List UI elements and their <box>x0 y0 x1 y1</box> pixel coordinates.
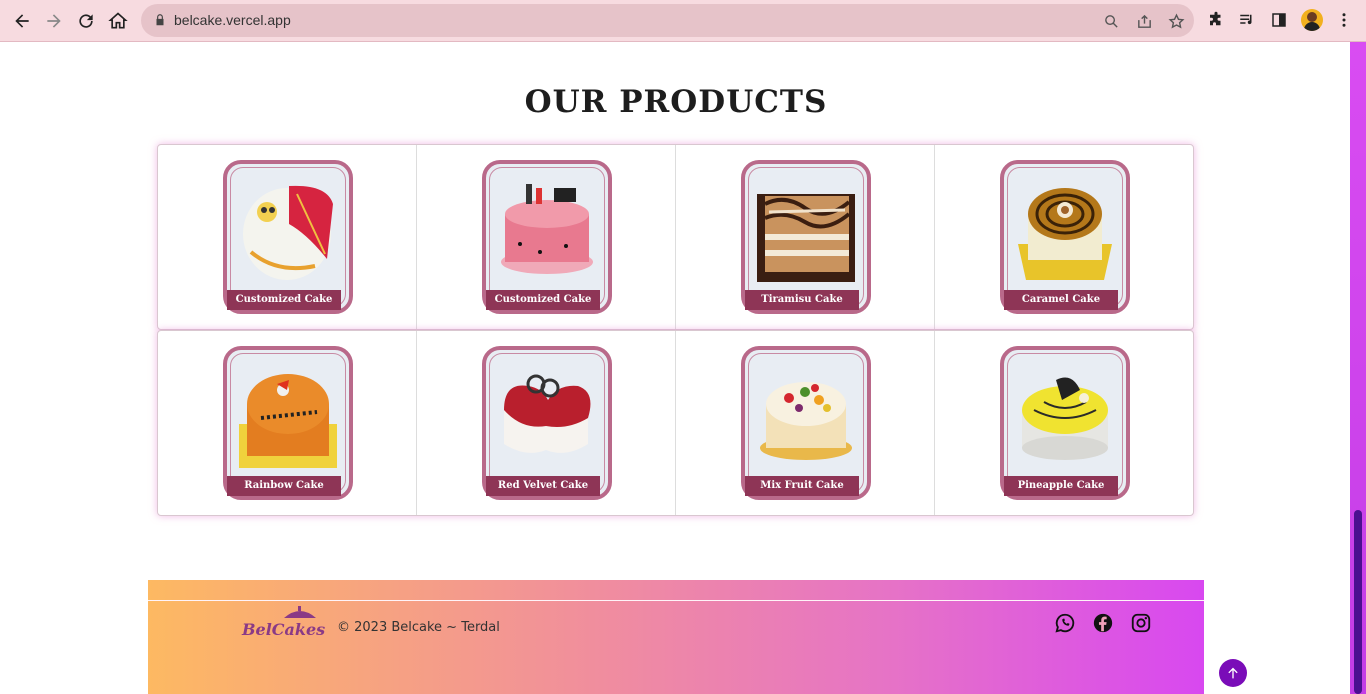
product-label: Rainbow Cake <box>227 476 341 496</box>
product-card[interactable]: Rainbow Cake <box>223 346 353 500</box>
product-card[interactable]: Customized Cake <box>223 160 353 314</box>
caramel-cake-image <box>1018 188 1112 280</box>
side-panel-icon[interactable] <box>1268 9 1290 31</box>
browser-toolbar: belcake.vercel.app <box>0 0 1366 42</box>
pineapple-cake-image <box>1022 377 1108 460</box>
copyright-text: © 2023 Belcake ~ Terdal <box>337 620 500 635</box>
logo-text: BelCakes <box>242 620 326 639</box>
product-label: Caramel Cake <box>1004 290 1118 310</box>
product-card[interactable]: Pineapple Cake <box>1000 346 1130 500</box>
instagram-icon[interactable] <box>1130 612 1152 634</box>
scroll-to-top-button[interactable] <box>1219 659 1247 687</box>
media-icon[interactable] <box>1236 9 1258 31</box>
product-cell: Mix Fruit Cake <box>676 331 935 515</box>
bookmark-star-icon[interactable] <box>1166 11 1186 31</box>
product-cell: Customized Cake <box>158 145 417 329</box>
product-cell: Red Velvet Cake <box>417 331 676 515</box>
rainbow-cake-image <box>239 374 337 468</box>
product-label: Mix Fruit Cake <box>745 476 859 496</box>
customized-cake-image <box>501 184 593 274</box>
product-cell: Pineapple Cake <box>935 331 1193 515</box>
red-velvet-cake-image <box>504 374 591 453</box>
product-card[interactable]: Tiramisu Cake <box>741 160 871 314</box>
product-label: Customized Cake <box>486 290 600 310</box>
products-row: Customized Cake Customized Cake Tiramisu… <box>157 144 1194 330</box>
reload-icon[interactable] <box>73 8 99 34</box>
home-icon[interactable] <box>105 8 131 34</box>
page-title: OUR PRODUCTS <box>524 84 828 120</box>
forward-icon[interactable] <box>41 8 67 34</box>
cake-logo-icon <box>284 606 316 618</box>
product-label: Customized Cake <box>227 290 341 310</box>
more-icon[interactable] <box>1333 9 1355 31</box>
product-label: Pineapple Cake <box>1004 476 1118 496</box>
product-label: Tiramisu Cake <box>745 290 859 310</box>
facebook-icon[interactable] <box>1092 612 1114 634</box>
extensions-icon[interactable] <box>1205 9 1227 31</box>
lock-icon <box>156 14 164 26</box>
customized-cake-image <box>243 185 333 280</box>
product-card[interactable]: Customized Cake <box>482 160 612 314</box>
footer: BelCakes © 2023 Belcake ~ Terdal <box>148 580 1204 694</box>
share-icon[interactable] <box>1134 11 1154 31</box>
product-card[interactable]: Caramel Cake <box>1000 160 1130 314</box>
products-grid: Customized Cake Customized Cake Tiramisu… <box>157 144 1194 516</box>
scrollbar-thumb[interactable] <box>1354 510 1362 694</box>
tiramisu-cake-image <box>757 194 855 282</box>
back-icon[interactable] <box>9 8 35 34</box>
profile-avatar[interactable] <box>1301 9 1323 31</box>
products-row: Rainbow Cake Red Velvet Cake Mix Fruit C… <box>157 330 1194 516</box>
product-card[interactable]: Mix Fruit Cake <box>741 346 871 500</box>
product-cell: Caramel Cake <box>935 145 1193 329</box>
url-text: belcake.vercel.app <box>174 12 291 28</box>
address-bar[interactable]: belcake.vercel.app <box>141 4 1194 37</box>
mix-fruit-cake-image <box>760 382 852 460</box>
product-cell: Customized Cake <box>417 145 676 329</box>
product-cell: Tiramisu Cake <box>676 145 935 329</box>
product-card[interactable]: Red Velvet Cake <box>482 346 612 500</box>
belcakes-logo[interactable]: BelCakes <box>242 604 326 644</box>
footer-divider <box>148 600 1204 601</box>
whatsapp-icon[interactable] <box>1054 612 1076 634</box>
product-cell: Rainbow Cake <box>158 331 417 515</box>
zoom-icon[interactable] <box>1101 11 1121 31</box>
product-label: Red Velvet Cake <box>486 476 600 496</box>
arrow-up-icon <box>1228 667 1238 679</box>
